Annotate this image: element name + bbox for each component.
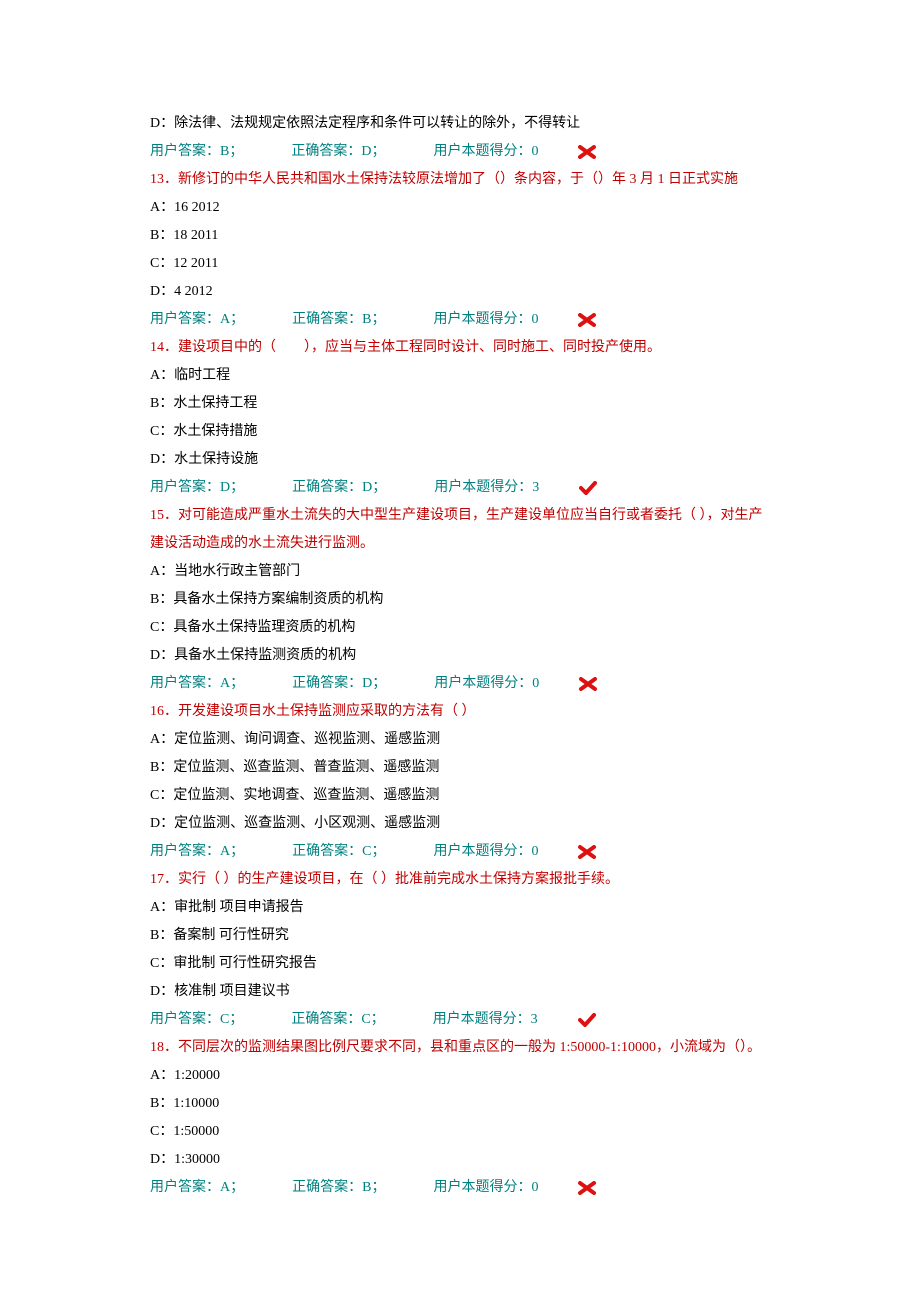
q18-option-b: B：1:10000: [150, 1090, 770, 1118]
score: 用户本题得分：0: [433, 306, 538, 334]
q15-option-b: B：具备水土保持方案编制资质的机构: [150, 586, 770, 614]
correct-answer: 正确答案：C；: [291, 1006, 384, 1034]
correct-answer: 正确答案：B；: [292, 306, 385, 334]
result-line-18: 用户答案：A； 正确答案：B； 用户本题得分：0: [150, 1174, 770, 1202]
q17-option-a: A：审批制 项目申请报告: [150, 894, 770, 922]
result-line-13: 用户答案：A； 正确答案：B； 用户本题得分：0: [150, 306, 770, 334]
q14-option-b: B：水土保持工程: [150, 390, 770, 418]
user-answer: 用户答案：A；: [150, 306, 244, 334]
q16-option-a: A：定位监测、询问调查、巡视监测、遥感监测: [150, 726, 770, 754]
score: 用户本题得分：3: [433, 1006, 538, 1034]
q17-option-b: B：备案制 可行性研究: [150, 922, 770, 950]
user-answer: 用户答案：B；: [150, 138, 243, 166]
q18-option-c: C：1:50000: [150, 1118, 770, 1146]
q14-option-d: D：水土保持设施: [150, 446, 770, 474]
wrong-icon: [579, 670, 597, 698]
q13-option-b: B：18 2011: [150, 222, 770, 250]
correct-answer: 正确答案：D；: [292, 474, 386, 502]
q16-option-b: B：定位监测、巡查监测、普查监测、遥感监测: [150, 754, 770, 782]
score: 用户本题得分：0: [433, 838, 538, 866]
correct-answer: 正确答案：C；: [292, 838, 385, 866]
q18-option-a: A：1:20000: [150, 1062, 770, 1090]
result-line-14: 用户答案：D； 正确答案：D； 用户本题得分：3: [150, 474, 770, 502]
q14-option-a: A：临时工程: [150, 362, 770, 390]
question-17: 17．实行（ ）的生产建设项目，在（ ）批准前完成水土保持方案报批手续。: [150, 866, 770, 894]
correct-answer: 正确答案：D；: [292, 670, 386, 698]
q17-option-d: D：核准制 项目建议书: [150, 978, 770, 1006]
q17-option-c: C：审批制 可行性研究报告: [150, 950, 770, 978]
question-16: 16．开发建设项目水土保持监测应采取的方法有（ ）: [150, 698, 770, 726]
correct-answer: 正确答案：B；: [292, 1174, 385, 1202]
user-answer: 用户答案：A；: [150, 838, 244, 866]
q13-option-c: C：12 2011: [150, 250, 770, 278]
question-18: 18．不同层次的监测结果图比例尺要求不同，县和重点区的一般为 1:50000-1…: [150, 1034, 770, 1062]
q16-option-c: C：定位监测、实地调查、巡查监测、遥感监测: [150, 782, 770, 810]
wrong-icon: [578, 1174, 596, 1202]
result-line-15: 用户答案：A； 正确答案：D； 用户本题得分：0: [150, 670, 770, 698]
user-answer: 用户答案：A；: [150, 670, 244, 698]
q16-option-d: D：定位监测、巡查监测、小区观测、遥感监测: [150, 810, 770, 838]
result-line-16: 用户答案：A； 正确答案：C； 用户本题得分：0: [150, 838, 770, 866]
wrong-icon: [578, 306, 596, 334]
score: 用户本题得分：0: [433, 138, 538, 166]
user-answer: 用户答案：A；: [150, 1174, 244, 1202]
q18-option-d: D：1:30000: [150, 1146, 770, 1174]
q13-option-d: D：4 2012: [150, 278, 770, 306]
question-15: 15．对可能造成严重水土流失的大中型生产建设项目，生产建设单位应当自行或者委托（…: [150, 502, 770, 558]
right-icon: [578, 1006, 596, 1034]
score: 用户本题得分：0: [433, 1174, 538, 1202]
user-answer: 用户答案：D；: [150, 474, 244, 502]
right-icon: [579, 474, 597, 502]
score: 用户本题得分：3: [434, 474, 539, 502]
result-line-17: 用户答案：C； 正确答案：C； 用户本题得分：3: [150, 1006, 770, 1034]
q14-option-c: C：水土保持措施: [150, 418, 770, 446]
wrong-icon: [578, 838, 596, 866]
score: 用户本题得分：0: [434, 670, 539, 698]
option-d-pre: D：除法律、法规规定依照法定程序和条件可以转让的除外，不得转让: [150, 110, 770, 138]
question-14: 14．建设项目中的（ ），应当与主体工程同时设计、同时施工、同时投产使用。: [150, 334, 770, 362]
q13-option-a: A：16 2012: [150, 194, 770, 222]
correct-answer: 正确答案：D；: [291, 138, 385, 166]
question-13: 13．新修订的中华人民共和国水土保持法较原法增加了（）条内容，于（）年 3 月 …: [150, 166, 770, 194]
q15-option-a: A：当地水行政主管部门: [150, 558, 770, 586]
q15-option-d: D：具备水土保持监测资质的机构: [150, 642, 770, 670]
result-line-pre: 用户答案：B； 正确答案：D； 用户本题得分：0: [150, 138, 770, 166]
user-answer: 用户答案：C；: [150, 1006, 243, 1034]
q15-option-c: C：具备水土保持监理资质的机构: [150, 614, 770, 642]
wrong-icon: [578, 138, 596, 166]
